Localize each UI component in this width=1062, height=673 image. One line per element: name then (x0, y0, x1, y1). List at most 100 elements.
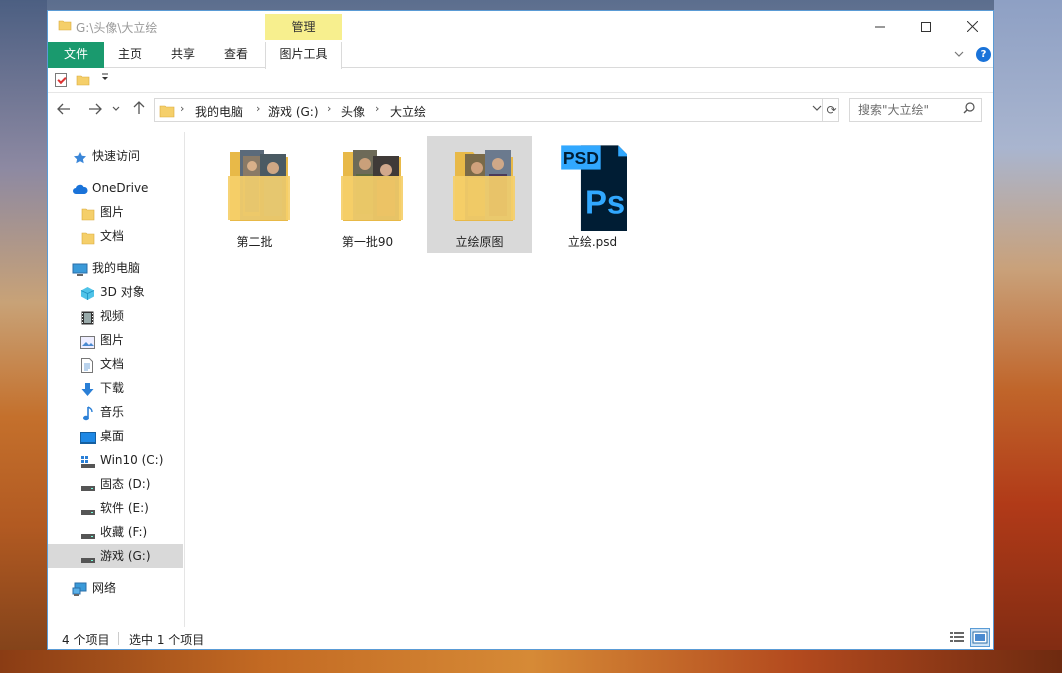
chevron-down-icon[interactable] (954, 48, 964, 61)
sidebar-item-drive-e[interactable]: 软件 (E:) (48, 496, 183, 520)
photoshop-file-icon: PSD Ps (561, 145, 627, 231)
file-name: 第一批90 (341, 235, 394, 249)
help-icon[interactable]: ? (976, 47, 991, 62)
sidebar-item-downloads[interactable]: 下载 (48, 376, 183, 400)
breadcrumb-separator-icon[interactable]: › (375, 102, 379, 115)
minimize-button[interactable] (857, 11, 903, 42)
svg-text:Ps: Ps (585, 183, 625, 220)
file-item-folder[interactable]: 第二批 (202, 136, 307, 253)
close-button[interactable] (949, 11, 993, 42)
sidebar-item-onedrive[interactable]: OneDrive (48, 176, 183, 200)
drive-icon (80, 549, 95, 563)
sidebar-item-music[interactable]: 音乐 (48, 400, 183, 424)
large-icons-view-icon[interactable] (970, 628, 990, 647)
breadcrumb-separator-icon[interactable]: › (327, 102, 331, 115)
desktop-wallpaper-left (0, 0, 47, 673)
sidebar-item-desktop[interactable]: 桌面 (48, 424, 183, 448)
file-list[interactable]: 第二批 第一批90 立绘原图 PSD Ps 立绘.psd (186, 132, 993, 622)
folder-thumbnail-icon (228, 150, 290, 221)
pictures-icon (80, 333, 95, 349)
search-box[interactable] (849, 98, 982, 122)
drive-icon (80, 501, 95, 515)
sidebar-item-drive-d[interactable]: 固态 (D:) (48, 472, 183, 496)
sidebar-item-3d-objects[interactable]: 3D 对象 (48, 280, 183, 304)
sidebar-item-drive-g[interactable]: 游戏 (G:) (48, 544, 183, 568)
tab-file[interactable]: 文件 (48, 42, 104, 68)
tab-view[interactable]: 查看 (217, 42, 255, 68)
video-icon (81, 309, 95, 325)
breadcrumb-drive-g[interactable]: 游戏 (G:) (268, 103, 319, 120)
customize-toolbar-icon[interactable] (101, 72, 109, 85)
sidebar-item-onedrive-documents[interactable]: 文档 (48, 224, 183, 248)
folder-icon (81, 205, 95, 221)
address-history-chevron-icon[interactable] (812, 102, 822, 115)
file-explorer-window: G:\头像\大立绘 管理 文件 主页 共享 查看 图片工具 ? › 我的电脑 ›… (47, 10, 994, 650)
file-name: 立绘.psd (567, 235, 618, 249)
desktop-wallpaper-bottom (0, 650, 1062, 673)
title-bar[interactable]: G:\头像\大立绘 管理 (48, 11, 993, 42)
navigation-pane: 快速访问 OneDrive 图片 文档 我的电脑 3D 对象 视频 图片 文档 … (48, 132, 185, 627)
sidebar-item-network[interactable]: 网络 (48, 576, 183, 600)
sidebar-item-drive-f[interactable]: 收藏 (F:) (48, 520, 183, 544)
selection-count: 选中 1 个项目 (129, 633, 205, 647)
breadcrumb-separator-icon[interactable]: › (256, 102, 260, 115)
properties-icon[interactable] (55, 73, 67, 87)
file-name: 第二批 (236, 235, 273, 249)
sidebar-item-this-pc[interactable]: 我的电脑 (48, 256, 183, 280)
star-icon (73, 149, 87, 164)
tab-picture-tools[interactable]: 图片工具 (265, 42, 342, 69)
folder-icon (58, 18, 72, 35)
drive-icon (80, 477, 95, 491)
refresh-icon[interactable]: ⟳ (822, 99, 840, 121)
search-input[interactable] (850, 99, 960, 121)
folder-icon (159, 103, 175, 122)
up-arrow-icon[interactable] (128, 99, 150, 121)
address-bar[interactable]: › 我的电脑 › 游戏 (G:) › 头像 › 大立绘 ⟳ (154, 98, 839, 122)
cube-icon (80, 285, 95, 300)
file-item-psd[interactable]: PSD Ps 立绘.psd (540, 136, 645, 253)
music-note-icon (82, 405, 96, 421)
document-icon (81, 357, 95, 373)
breadcrumb-avatars[interactable]: 头像 (341, 103, 365, 120)
new-folder-icon[interactable] (76, 73, 90, 90)
sidebar-item-quick-access[interactable]: 快速访问 (48, 144, 183, 168)
cloud-icon (72, 181, 88, 195)
tab-share[interactable]: 共享 (164, 42, 202, 68)
status-bar: 4 个项目 选中 1 个项目 (48, 627, 993, 649)
file-name: 立绘原图 (455, 235, 504, 249)
folder-icon (81, 229, 95, 245)
status-divider (118, 632, 119, 645)
folder-thumbnail-icon (341, 150, 403, 221)
contextual-tab-group-label: 管理 (265, 14, 342, 40)
breadcrumb-current-folder[interactable]: 大立绘 (390, 103, 426, 120)
quick-access-toolbar (48, 68, 993, 93)
sidebar-item-videos[interactable]: 视频 (48, 304, 183, 328)
breadcrumb-separator-icon[interactable]: › (180, 102, 184, 115)
desktop-wallpaper-right (994, 0, 1062, 673)
desktop-icon (80, 429, 96, 444)
details-view-icon[interactable] (948, 629, 966, 646)
back-arrow-icon[interactable] (53, 99, 75, 121)
download-arrow-icon (80, 381, 94, 396)
system-drive-icon (80, 453, 95, 468)
forward-arrow-icon[interactable] (84, 99, 106, 121)
sidebar-item-pictures[interactable]: 图片 (48, 328, 183, 352)
folder-thumbnail-icon (453, 150, 515, 221)
file-item-folder[interactable]: 立绘原图 (427, 136, 532, 253)
sidebar-item-documents[interactable]: 文档 (48, 352, 183, 376)
network-icon (72, 581, 87, 596)
window-title: G:\头像\大立绘 (76, 21, 158, 35)
ribbon-tabs: 文件 主页 共享 查看 图片工具 ? (48, 42, 993, 69)
navigation-bar: › 我的电脑 › 游戏 (G:) › 头像 › 大立绘 ⟳ (48, 94, 993, 126)
item-count: 4 个项目 (62, 633, 110, 647)
svg-text:PSD: PSD (563, 148, 599, 168)
computer-icon (72, 261, 88, 276)
recent-locations-chevron-icon[interactable] (110, 99, 122, 121)
maximize-button[interactable] (903, 11, 949, 42)
breadcrumb-my-computer[interactable]: 我的电脑 (195, 103, 243, 120)
file-item-folder[interactable]: 第一批90 (315, 136, 420, 253)
sidebar-item-drive-c[interactable]: Win10 (C:) (48, 448, 183, 472)
tab-home[interactable]: 主页 (111, 42, 149, 68)
sidebar-item-onedrive-pictures[interactable]: 图片 (48, 200, 183, 224)
search-icon[interactable] (963, 102, 975, 118)
